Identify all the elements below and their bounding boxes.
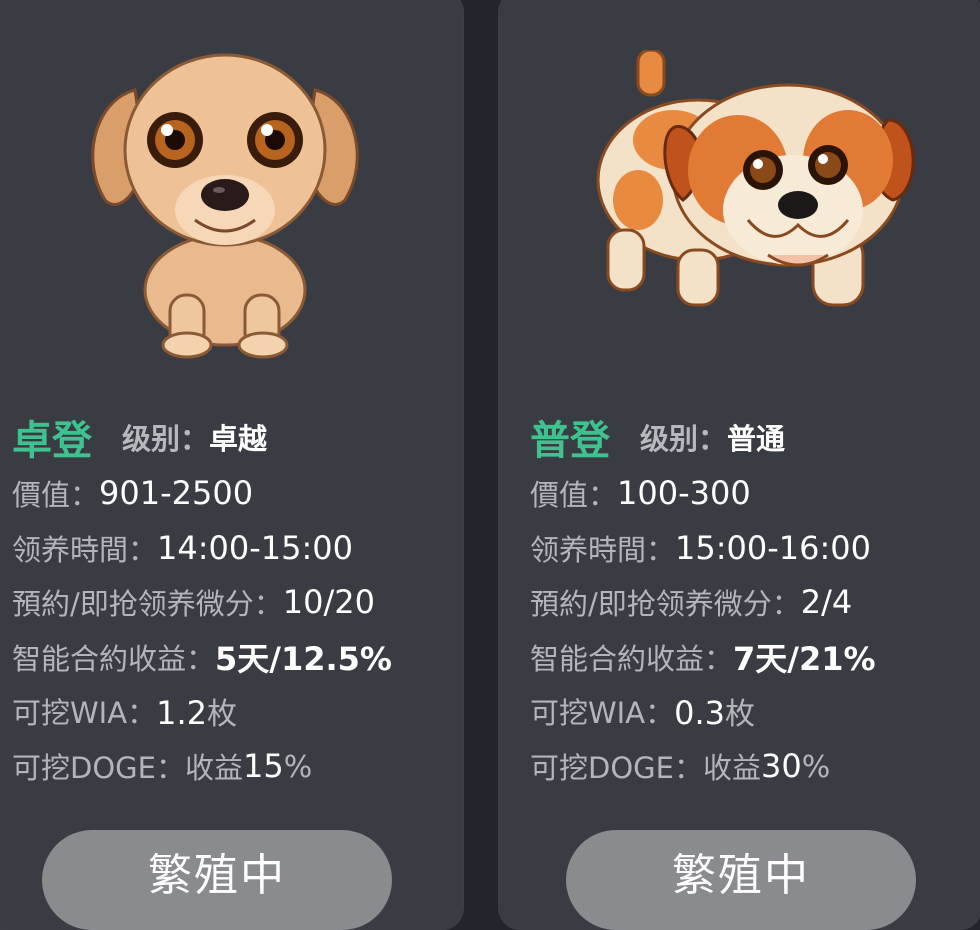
doge-prefix: 收益 — [184, 750, 243, 785]
value-row: 價值： 100-300 — [530, 466, 876, 521]
pet-name: 卓登 — [12, 418, 92, 464]
title-row: 卓登 级别： 卓越 — [12, 408, 392, 466]
contract-label: 智能合約收益： — [530, 641, 734, 676]
doge-prefix: 收益 — [702, 750, 761, 785]
wia-value: 0.3枚 — [674, 689, 755, 733]
time-value: 14:00-15:00 — [157, 528, 353, 567]
wia-value: 1.2枚 — [156, 689, 237, 733]
contract-label: 智能合約收益： — [12, 641, 216, 676]
doge-label: 可挖DOGE： — [12, 750, 185, 785]
pet-name: 普登 — [530, 418, 610, 464]
reserve-value: 2/4 — [800, 583, 853, 622]
pet-card-pudeng[interactable]: 普登 级别： 普通 價值： 100-300 领养時間： 15:00-16:00 … — [498, 0, 980, 930]
time-label: 领养時間： — [530, 532, 676, 567]
breeding-button[interactable]: 繁殖中 — [42, 830, 392, 930]
wia-unit: 枚 — [724, 697, 755, 733]
wia-row: 可挖WIA： 0.3枚 — [530, 684, 876, 739]
doge-row: 可挖DOGE： 收益 30% — [530, 739, 876, 794]
wia-amount: 0.3 — [674, 694, 725, 733]
doge-amount: 15 — [242, 746, 284, 785]
bulldog-orange-icon — [596, 50, 915, 307]
reserve-label: 預約/即抢领养微分： — [530, 587, 801, 622]
time-label: 领养時間： — [12, 532, 158, 567]
doge-label: 可挖DOGE： — [530, 750, 703, 785]
wia-label: 可挖WIA： — [12, 696, 157, 731]
reserve-row: 預約/即抢领养微分： 2/4 — [530, 575, 876, 630]
doge-unit: % — [801, 749, 831, 785]
value-row: 價值： 901-2500 — [12, 466, 392, 521]
contract-row: 智能合約收益： 5天/12.5% — [12, 630, 392, 685]
wia-row: 可挖WIA： 1.2枚 — [12, 684, 392, 739]
value-label: 價值： — [530, 478, 618, 513]
level-value: 卓越 — [209, 422, 268, 456]
doge-value: 15% — [243, 747, 312, 785]
value-label: 價值： — [12, 478, 100, 513]
level-label: 级别： — [122, 422, 210, 456]
value-value: 901-2500 — [99, 474, 254, 513]
level-label: 级别： — [640, 422, 728, 456]
doge-unit: % — [283, 749, 313, 785]
wia-label: 可挖WIA： — [530, 696, 675, 731]
level-value: 普通 — [727, 422, 786, 456]
contract-row: 智能合約收益： 7天/21% — [530, 630, 876, 685]
contract-value: 5天/12.5% — [215, 639, 392, 678]
wia-unit: 枚 — [206, 697, 237, 733]
title-row: 普登 级别： 普通 — [530, 408, 876, 466]
doge-row: 可挖DOGE： 收益 15% — [12, 739, 392, 794]
wia-amount: 1.2 — [156, 694, 207, 733]
reserve-row: 預約/即抢领养微分： 10/20 — [12, 575, 392, 630]
contract-value: 7天/21% — [733, 639, 876, 678]
pet-card-zhuodeng[interactable]: 卓登 级别： 卓越 價值： 901-2500 领养時間： 14:00-15:00… — [0, 0, 464, 930]
time-row: 领养時間： 14:00-15:00 — [12, 521, 392, 576]
doge-amount: 30 — [760, 746, 802, 785]
value-value: 100-300 — [617, 474, 751, 513]
reserve-label: 預約/即抢领养微分： — [12, 587, 283, 622]
time-row: 领养時間： 15:00-16:00 — [530, 521, 876, 576]
time-value: 15:00-16:00 — [675, 528, 871, 567]
puppy-tan-icon — [91, 53, 359, 359]
reserve-value: 10/20 — [282, 583, 375, 622]
doge-value: 30% — [761, 747, 830, 785]
breeding-button[interactable]: 繁殖中 — [566, 830, 916, 930]
